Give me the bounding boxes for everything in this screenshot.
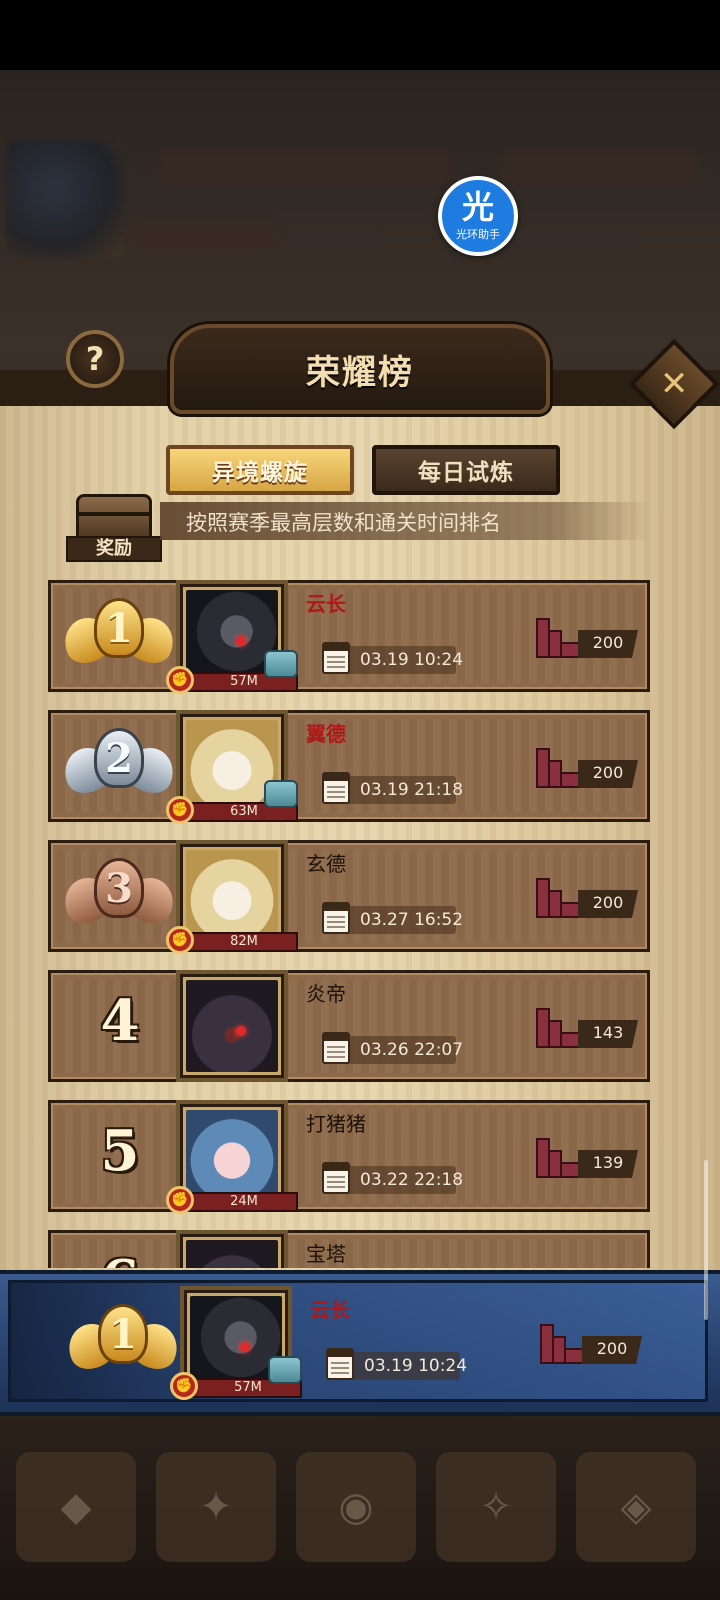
nav-4-icon: ✧ <box>479 1484 513 1530</box>
floor-count: 200 <box>596 1339 628 1358</box>
stair-step <box>564 1348 584 1364</box>
nav-1-icon: ◆ <box>60 1484 92 1530</box>
hero-portrait <box>186 1240 278 1268</box>
rank-number: 1 <box>98 1304 148 1364</box>
fist-icon: ✊ <box>170 1372 198 1400</box>
nav-slot-3[interactable]: ◉ <box>296 1452 416 1562</box>
rank-row[interactable]: 6 宝塔 <box>48 1230 650 1268</box>
hero-eye <box>240 1342 250 1352</box>
nav-slot-5[interactable]: ◈ <box>576 1452 696 1562</box>
nav-3-icon: ◉ <box>338 1484 374 1530</box>
calendar-icon <box>326 1348 354 1380</box>
nav-slot-4[interactable]: ✧ <box>436 1452 556 1562</box>
floor-stairs-icon <box>540 1324 584 1364</box>
pet-badge-icon <box>268 1356 302 1384</box>
bottom-nav: ◆ ✦ ◉ ✧ ◈ <box>0 1416 720 1600</box>
nav-slot-1[interactable]: ◆ <box>16 1452 136 1562</box>
scrollbar[interactable] <box>704 1160 708 1320</box>
rank-number: 6 <box>80 1248 160 1268</box>
rank-row-clip: 6 宝塔 <box>0 0 720 1268</box>
rank-medal-icon: 1 <box>60 1304 186 1382</box>
nav-2-icon: ✦ <box>199 1484 233 1530</box>
my-rank-entry[interactable]: 1 57M ✊ 云长 03.19 10:24 200 <box>52 1286 654 1400</box>
nav-5-icon: ◈ <box>620 1484 652 1530</box>
hero-avatar[interactable] <box>176 1230 288 1268</box>
player-name: 云长 <box>310 1298 350 1322</box>
nav-slot-2[interactable]: ✦ <box>156 1452 276 1562</box>
clear-time: 03.19 10:24 <box>364 1356 468 1376</box>
player-name: 宝塔 <box>306 1242 346 1266</box>
